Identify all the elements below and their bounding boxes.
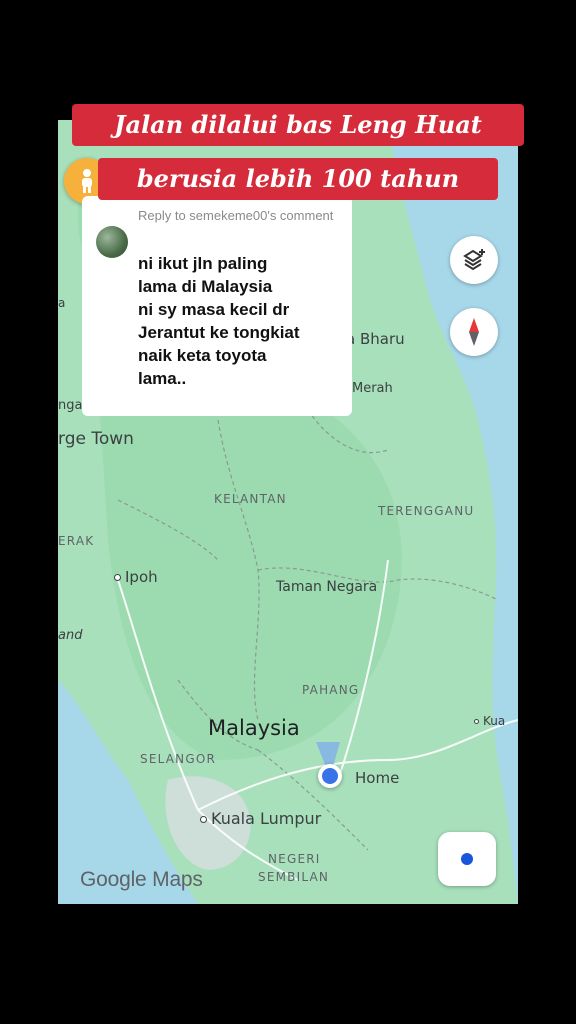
region-negeri: NEGERI (268, 852, 321, 866)
compass-button[interactable] (450, 308, 498, 356)
compass-icon (469, 318, 479, 346)
region-selangor: SELANGOR (140, 752, 217, 766)
region-terengganu: TERENGGANU (378, 504, 475, 518)
place-taman-negara[interactable]: Taman Negara (276, 579, 377, 595)
title-banner-line-1: Jalan dilalui bas Leng Huat (72, 104, 524, 146)
pegman-icon (82, 169, 92, 193)
current-location-marker[interactable] (318, 764, 342, 788)
place-merah[interactable]: Merah (352, 381, 393, 396)
place-kuantan-label: Kua (483, 714, 506, 728)
country-malaysia[interactable]: Malaysia (208, 716, 300, 740)
place-edge-a: a (58, 296, 66, 310)
place-home[interactable]: Home (355, 769, 399, 787)
reply-to-label: Reply to semekeme00's comment (138, 208, 334, 223)
region-perak: ERAK (58, 534, 95, 548)
place-dot-icon (200, 816, 207, 823)
place-george-town[interactable]: rge Town (58, 429, 134, 449)
place-nga[interactable]: nga (58, 398, 82, 413)
place-kuantan[interactable]: Kua (474, 714, 505, 728)
place-and: and (58, 628, 83, 643)
place-dot-icon (474, 719, 479, 724)
layers-icon (463, 249, 485, 271)
layers-button[interactable] (450, 236, 498, 284)
avatar (96, 226, 128, 258)
my-location-button[interactable] (438, 832, 496, 886)
region-pahang: PAHANG (302, 683, 360, 697)
region-kelantan: KELANTAN (214, 492, 287, 506)
place-dot-icon (114, 574, 121, 581)
place-ipoh[interactable]: Ipoh (114, 568, 158, 586)
region-sembilan: SEMBILAN (258, 870, 330, 884)
my-location-icon (461, 853, 473, 865)
reply-comment-card[interactable]: Reply to semekeme00's comment ni ikut jl… (82, 196, 352, 416)
place-ipoh-label: Ipoh (125, 568, 158, 586)
title-banner-line-2: berusia lebih 100 tahun (98, 158, 498, 200)
google-maps-attribution: Google Maps (80, 868, 203, 891)
place-kuala-lumpur[interactable]: Kuala Lumpur (200, 809, 321, 828)
place-kuala-lumpur-label: Kuala Lumpur (211, 809, 322, 828)
place-kota-bharu[interactable]: a Bharu (346, 330, 405, 348)
location-dot (322, 768, 338, 784)
comment-text: ni ikut jln paling lama di Malaysia ni s… (138, 254, 300, 388)
